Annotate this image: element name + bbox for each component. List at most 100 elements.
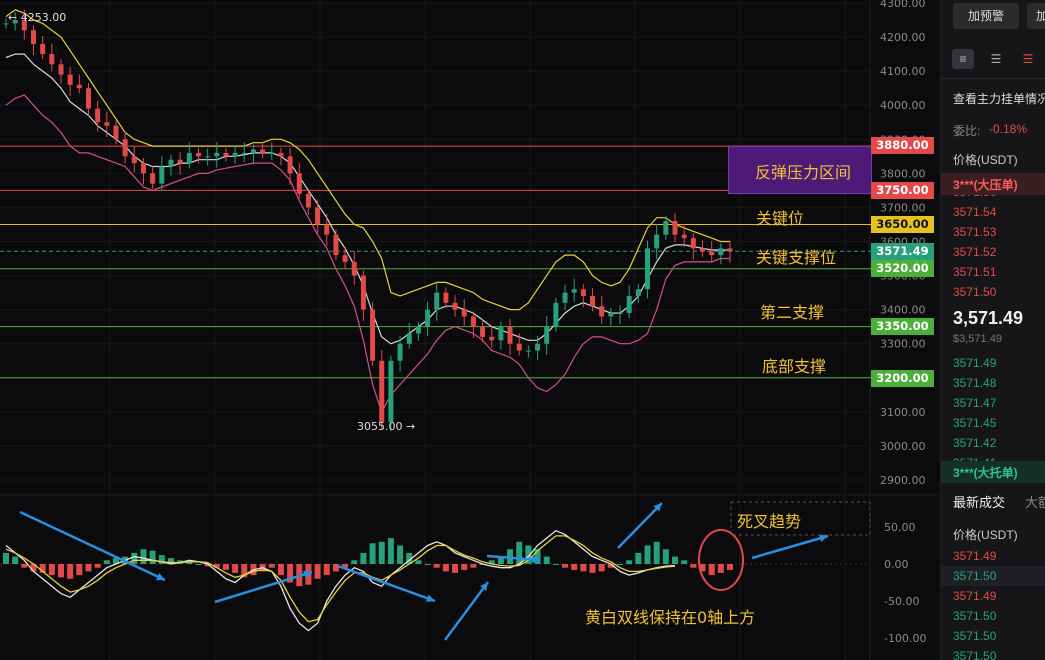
chart-canvas[interactable]: 4300.004200.004100.004000.003900.003800.… [0,0,940,660]
y-tick-label: 4000.00 [880,99,926,112]
y-tick-label: 3700.00 [880,201,926,214]
y-tick-label: 3300.00 [880,338,926,351]
candle-body [580,289,586,297]
candle-body [122,139,128,157]
trade-row: 3571.50 [941,626,1045,646]
macd-histogram-bar [672,556,679,564]
ask-row-price: 3571.52 [953,245,997,259]
candle-body [296,173,302,194]
candle-body [700,248,706,252]
macd-histogram-bar [571,564,578,570]
candle-body [305,193,311,208]
candle-body [599,306,605,317]
candle-body [516,343,522,351]
macd-histogram-bar [378,541,385,564]
bollinger-upper-line [5,9,730,311]
macd-histogram-bar [727,564,733,570]
macd-histogram-bar [424,564,431,565]
macd-histogram-bar [195,564,202,565]
candle-body [626,296,632,314]
divider [941,78,1045,79]
candle-body [40,43,46,55]
second-support-label: 第二支撑 [760,303,825,322]
macd-histogram-bar [85,564,92,572]
add-button[interactable]: 加 [1027,3,1045,29]
book-both-view-icon[interactable]: ≡ [952,49,974,69]
ask-row[interactable]: 3571.54 [941,202,1045,222]
candle-body [360,275,366,310]
bollinger-mid-line [5,53,730,345]
ask-row[interactable]: 3571.52 [941,242,1045,262]
candle-body [709,251,715,256]
macd-histogram-bar [543,556,550,564]
candle-body [443,292,449,303]
ratio-value: -0.18% [989,122,1028,136]
trend-arrow [751,534,829,560]
macd-histogram-bar [94,564,101,568]
ask-row[interactable]: 3571.50 [941,282,1045,302]
candle-body [315,207,321,225]
price-header: 价格(USDT) [953,153,1018,167]
candle-body [562,292,568,303]
macd-note-label: 黄白双线保持在0轴上方 [585,608,756,627]
bid-row[interactable]: 3571.49 [941,353,1045,373]
macd-histogram-bar [589,564,596,573]
macd-histogram-bar [67,564,74,579]
macd-histogram-bar [369,543,376,564]
bid-row-price: 3571.49 [953,356,997,370]
y-tick-label: 4300.00 [880,0,926,10]
candle-body [95,108,101,123]
candle-body [379,360,385,423]
bid-row[interactable]: 3571.47 [941,393,1045,413]
candle-body [480,326,486,337]
book-ask-view-icon[interactable]: ☰ [1017,49,1039,69]
candle-body [342,255,348,262]
candle-body [406,333,412,344]
macd-histogram-bar [222,564,229,570]
candle-body [370,309,376,361]
y-tick-label: 3000.00 [880,440,926,453]
ask-row-price: 3571.51 [953,265,997,279]
bid-row[interactable]: 3571.48 [941,373,1045,393]
death-cross-label: 死叉趋势 [737,512,802,531]
candle-body [113,125,119,140]
trend-arrow [337,564,436,603]
bid-row[interactable]: 3571.42 [941,433,1045,453]
macd-histogram-bar [470,564,477,568]
candle-body [241,152,247,154]
candle-body [67,74,73,85]
candle-body [425,309,431,327]
candle-body [278,152,284,157]
trade-price: 3571.50 [953,569,997,583]
candle-body [727,248,733,252]
macd-histogram-bar [681,560,688,564]
macd-histogram-bar [103,560,110,564]
candle-body [461,309,467,317]
bid-row[interactable]: 3571.45 [941,413,1045,433]
book-bid-view-icon[interactable]: ☰ [985,49,1007,69]
macd-histogram-bar [314,564,321,579]
macd-histogram-bar [635,552,642,564]
trade-row: 3571.49 [941,546,1045,566]
candle-body [250,149,256,153]
candle-body [324,224,330,235]
y-tick-label: 4200.00 [880,31,926,44]
ask-row[interactable]: 3571.51 [941,262,1045,282]
macd-histogram-bar [562,564,569,568]
candle-body [654,234,660,249]
tab-large-trades[interactable]: 大额 [1025,492,1045,511]
y-tick-label: 3800.00 [880,167,926,180]
ask-row-price: 3571.50 [953,285,997,299]
macd-histogram-bar [332,564,339,572]
add-alert-button[interactable]: 加预警 [953,3,1019,29]
candle-body [690,238,696,249]
indicator-tick-label: 0.00 [884,558,909,571]
ask-row[interactable]: 3571.53 [941,222,1045,242]
last-price-usd: $3,571.49 [953,333,1002,345]
macd-histogram-bar [552,564,559,565]
watch-text[interactable]: 查看主力挂单情况 [953,90,1045,107]
price-chart[interactable]: 4300.004200.004100.004000.003900.003800.… [0,0,940,660]
tab-latest-trades[interactable]: 最新成交 [953,492,1005,511]
macd-histogram-bar [149,550,156,564]
candle-body [186,152,192,164]
